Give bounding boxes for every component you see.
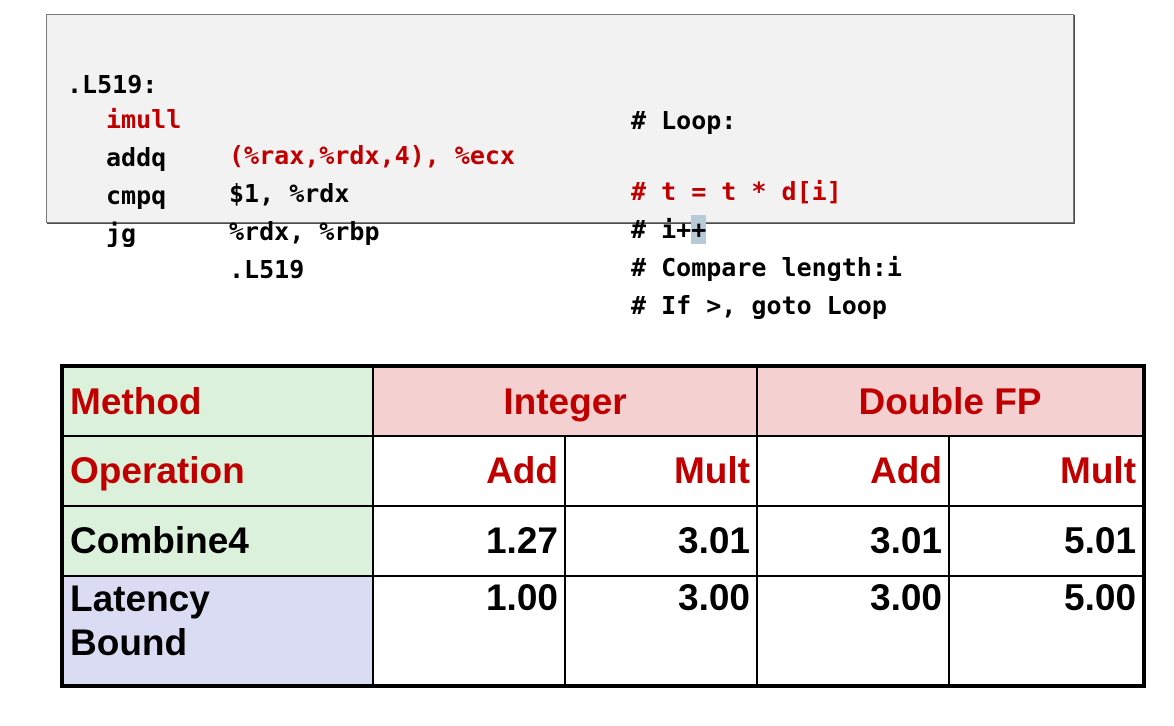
code-instruction: imull — [106, 105, 182, 134]
code-operands: (%rax,%rdx,4), %ecx — [229, 141, 515, 170]
code-operands: .L519 — [229, 255, 305, 284]
group-header-integer: Integer — [371, 365, 759, 437]
cell-value: 1.27 — [372, 505, 566, 577]
cell-value: 3.01 — [756, 505, 951, 577]
cell-value: 3.01 — [563, 505, 759, 577]
code-instruction: jg — [106, 219, 137, 248]
code-operands: %rdx, %rbp — [229, 217, 380, 246]
group-header-double-fp: Double FP — [756, 365, 1146, 437]
code-instruction: cmpq — [106, 181, 167, 210]
row-label-combine4: Combine4 — [61, 505, 374, 577]
table-row-operation: Operation Add Mult Add Mult — [61, 435, 1146, 507]
operation-fp-mult: Mult — [948, 435, 1146, 507]
code-line-loop-label: .L519: # Loop: — [47, 31, 736, 135]
code-comment: # t = t * d[i] — [631, 177, 842, 206]
code-comment-text: # i+ — [631, 215, 692, 244]
table-row-combine4: Combine4 1.27 3.01 3.01 5.01 — [61, 505, 1146, 577]
code-comment: # Compare length:i — [631, 253, 902, 282]
cell-value: 3.00 — [563, 575, 759, 687]
operation-label: Operation — [61, 435, 374, 507]
text-selection-highlight: + — [691, 215, 707, 244]
code-line-addq: addq $1, %rdx # i++ — [47, 104, 707, 244]
code-line-jg: jg .L519 # If >, goto Loop — [47, 180, 887, 320]
operation-int-add: Add — [372, 435, 566, 507]
code-comment: # i++ — [631, 212, 707, 248]
cell-value: 3.00 — [756, 575, 951, 687]
cell-value: 5.01 — [948, 505, 1146, 577]
operation-fp-add: Add — [756, 435, 951, 507]
operation-int-mult: Mult — [563, 435, 759, 507]
assembly-code-box: .L519: # Loop: imull (%rax,%rdx,4), %ecx… — [46, 14, 1074, 320]
cell-value: 5.00 — [948, 575, 1146, 687]
cell-value: 1.00 — [372, 575, 566, 687]
code-line-cmpq: cmpq %rdx, %rbp # Compare length:i — [47, 142, 902, 282]
row-label-latency-bound: Latency Bound — [61, 575, 374, 687]
code-instruction: addq — [106, 143, 167, 172]
row-label-line: Latency — [70, 578, 210, 619]
code-comment: # If >, goto Loop — [631, 291, 887, 320]
code-comment: # Loop: — [631, 106, 737, 135]
row-label-line: Bound — [70, 622, 188, 663]
code-operands: $1, %rdx — [229, 179, 350, 208]
method-label: Method — [61, 365, 374, 437]
table-row-latency-bound: Latency Bound 1.00 3.00 3.00 5.00 — [61, 575, 1146, 687]
code-line-imull: imull (%rax,%rdx,4), %ecx # t = t * d[i] — [47, 66, 842, 206]
table-row-method: Method Integer Double FP — [61, 365, 1146, 437]
performance-table: Method Integer Double FP Operation Add M… — [60, 364, 1147, 688]
